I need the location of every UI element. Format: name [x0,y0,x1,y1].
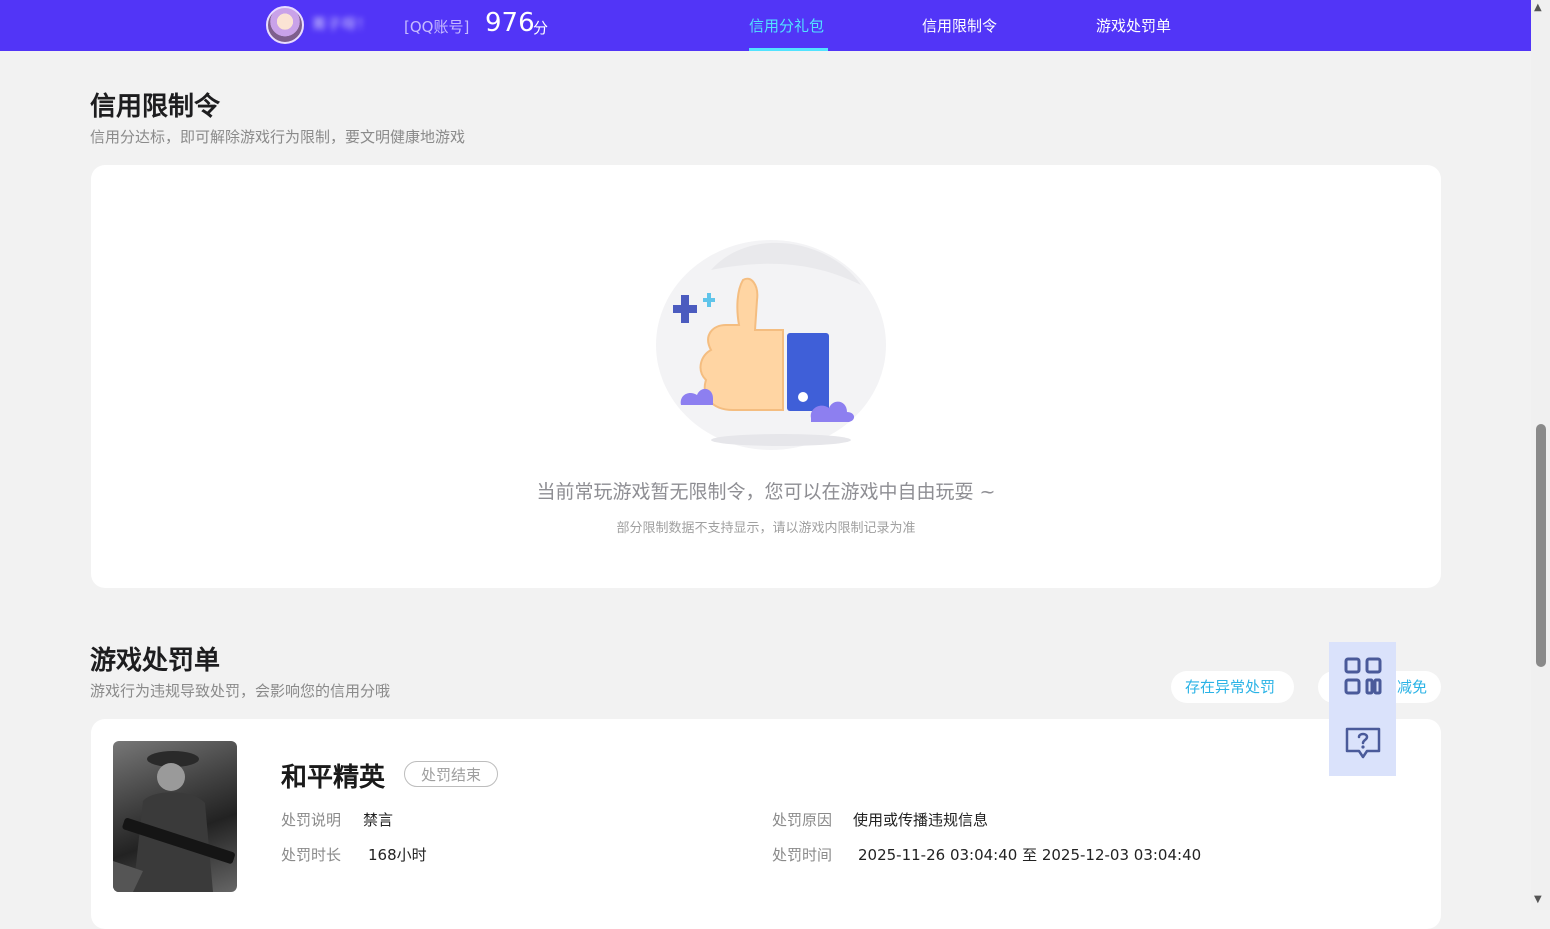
active-tab-indicator [749,48,828,51]
credit-score-unit: 分 [533,19,549,37]
qrcode-button[interactable] [1329,642,1396,709]
empty-state-note: 部分限制数据不支持显示，请以游戏内限制记录为准 [616,521,916,536]
game-name: 和平精英 [281,763,386,793]
penalty-desc-label: 处罚说明 [281,811,342,829]
top-header: 菁子呀！ [QQ账号] 976 分 信用分礼包 信用限制令 游戏处罚单 [0,0,1531,51]
penalty-reason-value: 使用或传播违规信息 [853,811,989,829]
help-button[interactable] [1329,709,1396,776]
penalty-duration-value: 168小时 [368,846,427,864]
scroll-thumb[interactable] [1536,424,1546,667]
status-badge: 处罚结束 [404,761,499,787]
penalty-desc-value: 禁言 [363,811,394,829]
page-scrollbar[interactable]: ▲ ▼ [1531,0,1550,910]
account-type-label: [QQ账号] [404,18,470,36]
empty-state-message: 当前常玩游戏暂无限制令，您可以在游戏中自由玩耍 ~ [536,481,996,503]
penalty-reason-label: 处罚原因 [772,811,833,829]
penalty-record-card: 和平精英 处罚结束 处罚说明 禁言 处罚原因 使用或传播违规信息 处罚时长 16… [91,719,1441,929]
restriction-section-title: 信用限制令 [90,92,221,122]
restriction-section-subtitle: 信用分达标，即可解除游戏行为限制，要文明健康地游戏 [90,128,466,146]
game-cover-art [113,751,235,892]
penalty-duration-label: 处罚时长 [281,846,342,864]
scroll-up-icon[interactable]: ▲ [1534,2,1542,13]
penalty-time-label: 处罚时间 [772,846,833,864]
restriction-empty-card: 当前常玩游戏暂无限制令，您可以在游戏中自由玩耍 ~ 部分限制数据不支持显示，请以… [91,165,1441,588]
help-icon [1345,727,1380,758]
tab-credit-gift[interactable]: 信用分礼包 [749,15,824,36]
penalty-section-title: 游戏处罚单 [90,646,221,676]
credit-score-value: 976 [485,8,535,38]
tab-game-penalty[interactable]: 游戏处罚单 [1096,15,1171,36]
username: 菁子呀！ [312,17,372,33]
scroll-down-icon[interactable]: ▼ [1534,894,1542,905]
abnormal-penalty-button[interactable]: 存在异常处罚 [1171,671,1294,703]
tab-credit-restriction[interactable]: 信用限制令 [922,15,997,36]
penalty-section-subtitle: 游戏行为违规导致处罚，会影响您的信用分哦 [90,682,391,700]
game-cover-image [113,741,237,892]
penalty-time-value: 2025-11-26 03:04:40 至 2025-12-03 03:04:4… [858,846,1202,864]
qrcode-icon [1344,657,1381,694]
avatar[interactable] [266,6,304,44]
thumbs-up-illustration [656,240,886,450]
